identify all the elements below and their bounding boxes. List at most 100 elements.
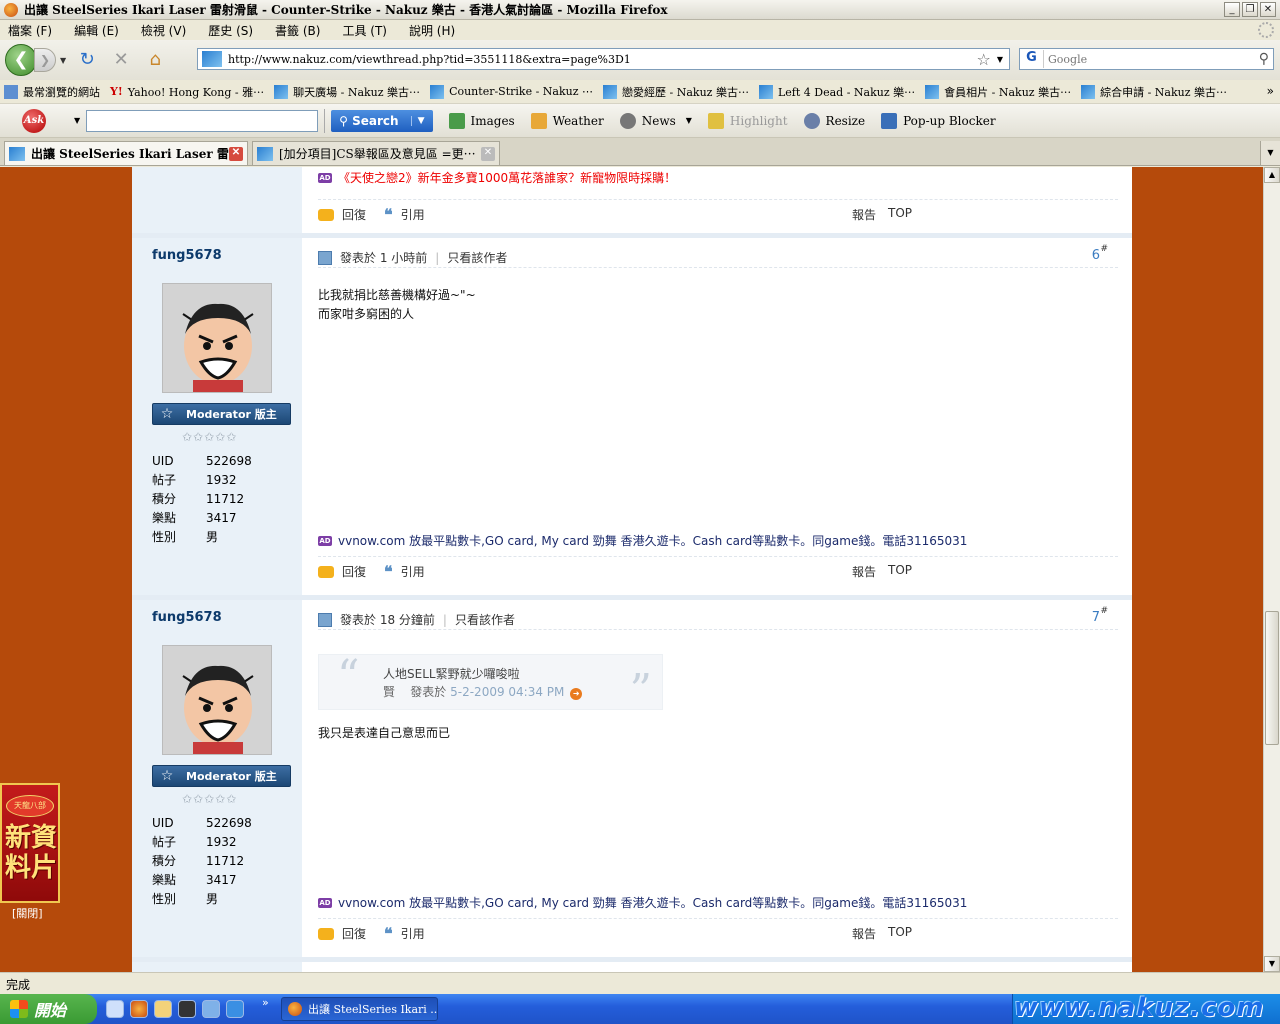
start-button[interactable]: 開始: [0, 994, 97, 1024]
menu-bookmarks[interactable]: 書籤 (B): [275, 22, 320, 39]
quote-link[interactable]: 引用: [401, 206, 425, 223]
ask-resize-button[interactable]: Resize: [803, 112, 865, 129]
top-link[interactable]: TOP: [888, 925, 912, 942]
menu-history[interactable]: 歷史 (S): [208, 22, 253, 39]
forward-button[interactable]: ❯: [34, 48, 56, 72]
menu-help[interactable]: 說明 (H): [409, 22, 455, 39]
close-ad-link[interactable]: [關閉]: [12, 905, 43, 921]
url-text[interactable]: http://www.nakuz.com/viewthread.php?tid=…: [228, 53, 977, 66]
post-header: 發表於 1 小時前 | 只看該作者 6 #: [318, 244, 1118, 268]
tab-steelseries-thread[interactable]: 出讓 SteelSeries Ikari Laser 雷射⋯ ✕: [4, 141, 248, 165]
minimize-button[interactable]: _: [1224, 2, 1240, 17]
maximize-button[interactable]: ❐: [1242, 2, 1258, 17]
reply-link[interactable]: 回復: [342, 563, 366, 580]
bookmark-most-visited[interactable]: 最常瀏覽的網站: [4, 84, 100, 100]
reply-icon[interactable]: [318, 927, 334, 940]
author-name[interactable]: fung5678: [152, 248, 222, 263]
close-tab-icon[interactable]: ✕: [229, 146, 243, 161]
bookmark-left4dead[interactable]: Left 4 Dead - Nakuz 樂⋯: [758, 84, 915, 100]
report-link[interactable]: 報告: [852, 925, 876, 942]
ask-popup-blocker-button[interactable]: Pop-up Blocker: [881, 112, 996, 129]
url-bar[interactable]: http://www.nakuz.com/viewthread.php?tid=…: [197, 48, 1010, 70]
menu-file[interactable]: 檔案 (F): [8, 22, 52, 39]
close-tab-icon[interactable]: ✕: [481, 146, 495, 161]
floating-game-ad[interactable]: 天龍八部 新資料片: [0, 783, 60, 903]
window-title: 出讓 SteelSeries Ikari Laser 雷射滑鼠 - Counte…: [24, 3, 668, 17]
quick-launch-overflow[interactable]: »: [262, 996, 269, 1009]
floor-number[interactable]: 7: [1092, 610, 1100, 625]
search-engine-icon[interactable]: G: [1020, 50, 1044, 68]
quote-icon[interactable]: ❝: [384, 205, 393, 224]
quote-icon[interactable]: ❝: [384, 924, 393, 943]
bookmark-love[interactable]: 戀愛經歷 - Nakuz 樂古⋯: [603, 84, 749, 100]
avatar[interactable]: [162, 645, 272, 755]
floor-number[interactable]: 6: [1092, 248, 1100, 263]
search-input[interactable]: [1048, 52, 1259, 66]
ask-highlight-button[interactable]: Highlight: [707, 112, 788, 129]
steam-icon[interactable]: [178, 1000, 196, 1018]
bookmark-applications[interactable]: 綜合申請 - Nakuz 樂古⋯: [1081, 84, 1227, 100]
stop-button[interactable]: ✕: [108, 47, 134, 73]
search-options-dropdown-icon[interactable]: ▼: [410, 115, 425, 126]
scrollbar-thumb[interactable]: [1265, 611, 1279, 745]
ask-weather-button[interactable]: Weather: [530, 112, 604, 129]
author-only-link[interactable]: 只看該作者: [455, 611, 515, 628]
report-link[interactable]: 報告: [852, 206, 876, 223]
ask-logo-icon[interactable]: Ask: [22, 108, 46, 133]
avatar[interactable]: [162, 283, 272, 393]
reply-link[interactable]: 回復: [342, 206, 366, 223]
quote-icon[interactable]: ❝: [384, 562, 393, 581]
go-to-quoted-post-icon[interactable]: ➜: [570, 688, 583, 700]
scroll-down-arrow-icon[interactable]: ▼: [1264, 956, 1280, 972]
reply-link[interactable]: 回復: [342, 925, 366, 942]
menu-edit[interactable]: 編輯 (E): [74, 22, 119, 39]
tab-list-dropdown-icon[interactable]: ▼: [1260, 141, 1280, 165]
firefox-launch-icon[interactable]: [130, 1000, 148, 1018]
bookmark-member-photos[interactable]: 會員相片 - Nakuz 樂古⋯: [925, 84, 1071, 100]
bookmark-star-icon[interactable]: ☆: [977, 50, 991, 69]
ask-search-input[interactable]: [86, 109, 319, 132]
ad-link[interactable]: AD vvnow.com 放最平點數卡,GO card, My card 勁舞 香…: [318, 894, 1118, 911]
scroll-up-arrow-icon[interactable]: ▲: [1264, 167, 1280, 183]
ask-news-button[interactable]: News ▼: [619, 112, 692, 129]
menu-view[interactable]: 檢視 (V): [141, 22, 186, 39]
reply-icon[interactable]: [318, 565, 334, 578]
home-button[interactable]: ⌂: [142, 47, 168, 73]
close-window-button[interactable]: ✕: [1260, 2, 1276, 17]
top-link[interactable]: TOP: [888, 563, 912, 580]
show-desktop-icon[interactable]: [106, 1000, 124, 1018]
site-favicon-icon: [603, 84, 618, 99]
messenger-icon[interactable]: [154, 1000, 172, 1018]
bookmark-chat[interactable]: 聊天廣場 - Nakuz 樂古⋯: [274, 84, 420, 100]
weather-icon: [530, 112, 547, 129]
quote-link[interactable]: 引用: [401, 925, 425, 942]
back-button[interactable]: ❮: [5, 44, 37, 76]
quote-link[interactable]: 引用: [401, 563, 425, 580]
ad-link[interactable]: AD 《天使之戀2》新年金多寶1000萬花落誰家？新寵物限時採購！: [318, 169, 1118, 186]
internet-explorer-icon[interactable]: [226, 1000, 244, 1018]
web-search-box[interactable]: G ⚲: [1019, 48, 1274, 70]
author-name[interactable]: fung5678: [152, 610, 222, 625]
bookmark-yahoo[interactable]: Y! Yahoo! Hong Kong - 雅⋯: [110, 84, 264, 100]
tab-cs-report[interactable]: [加分項目]CS舉報區及意見區 =更⋯ ✕: [252, 141, 500, 165]
bookmark-counter-strike[interactable]: Counter-Strike - Nakuz ⋯: [430, 84, 593, 99]
report-link[interactable]: 報告: [852, 563, 876, 580]
bookmarks-overflow-button[interactable]: »: [1267, 84, 1274, 98]
reply-icon[interactable]: [318, 208, 334, 221]
ad-link[interactable]: AD vvnow.com 放最平點數卡,GO card, My card 勁舞 香…: [318, 532, 1118, 549]
taskbar-firefox-window[interactable]: 出讓 SteelSeries Ikari ...: [281, 997, 438, 1021]
news-dropdown-icon[interactable]: ▼: [686, 116, 692, 125]
forum-post: fung5678 ☆ Moderator 版主 ✩✩✩✩✩ UID 522698…: [132, 595, 1132, 957]
ask-search-button[interactable]: ⚲ Search ▼: [331, 109, 433, 132]
author-only-link[interactable]: 只看該作者: [447, 249, 507, 266]
ask-images-button[interactable]: Images: [448, 112, 515, 129]
ask-menu-dropdown-icon[interactable]: ▼: [74, 116, 80, 125]
vertical-scrollbar[interactable]: ▲ ▼: [1263, 167, 1280, 972]
arrow-app-icon[interactable]: [202, 1000, 220, 1018]
url-dropdown-icon[interactable]: ▼: [997, 55, 1003, 64]
history-dropdown-icon[interactable]: ▼: [60, 56, 66, 65]
menu-tools[interactable]: 工具 (T): [342, 22, 387, 39]
top-link[interactable]: TOP: [888, 206, 912, 223]
reload-button[interactable]: ↻: [74, 47, 100, 73]
search-icon[interactable]: ⚲: [1259, 51, 1269, 67]
